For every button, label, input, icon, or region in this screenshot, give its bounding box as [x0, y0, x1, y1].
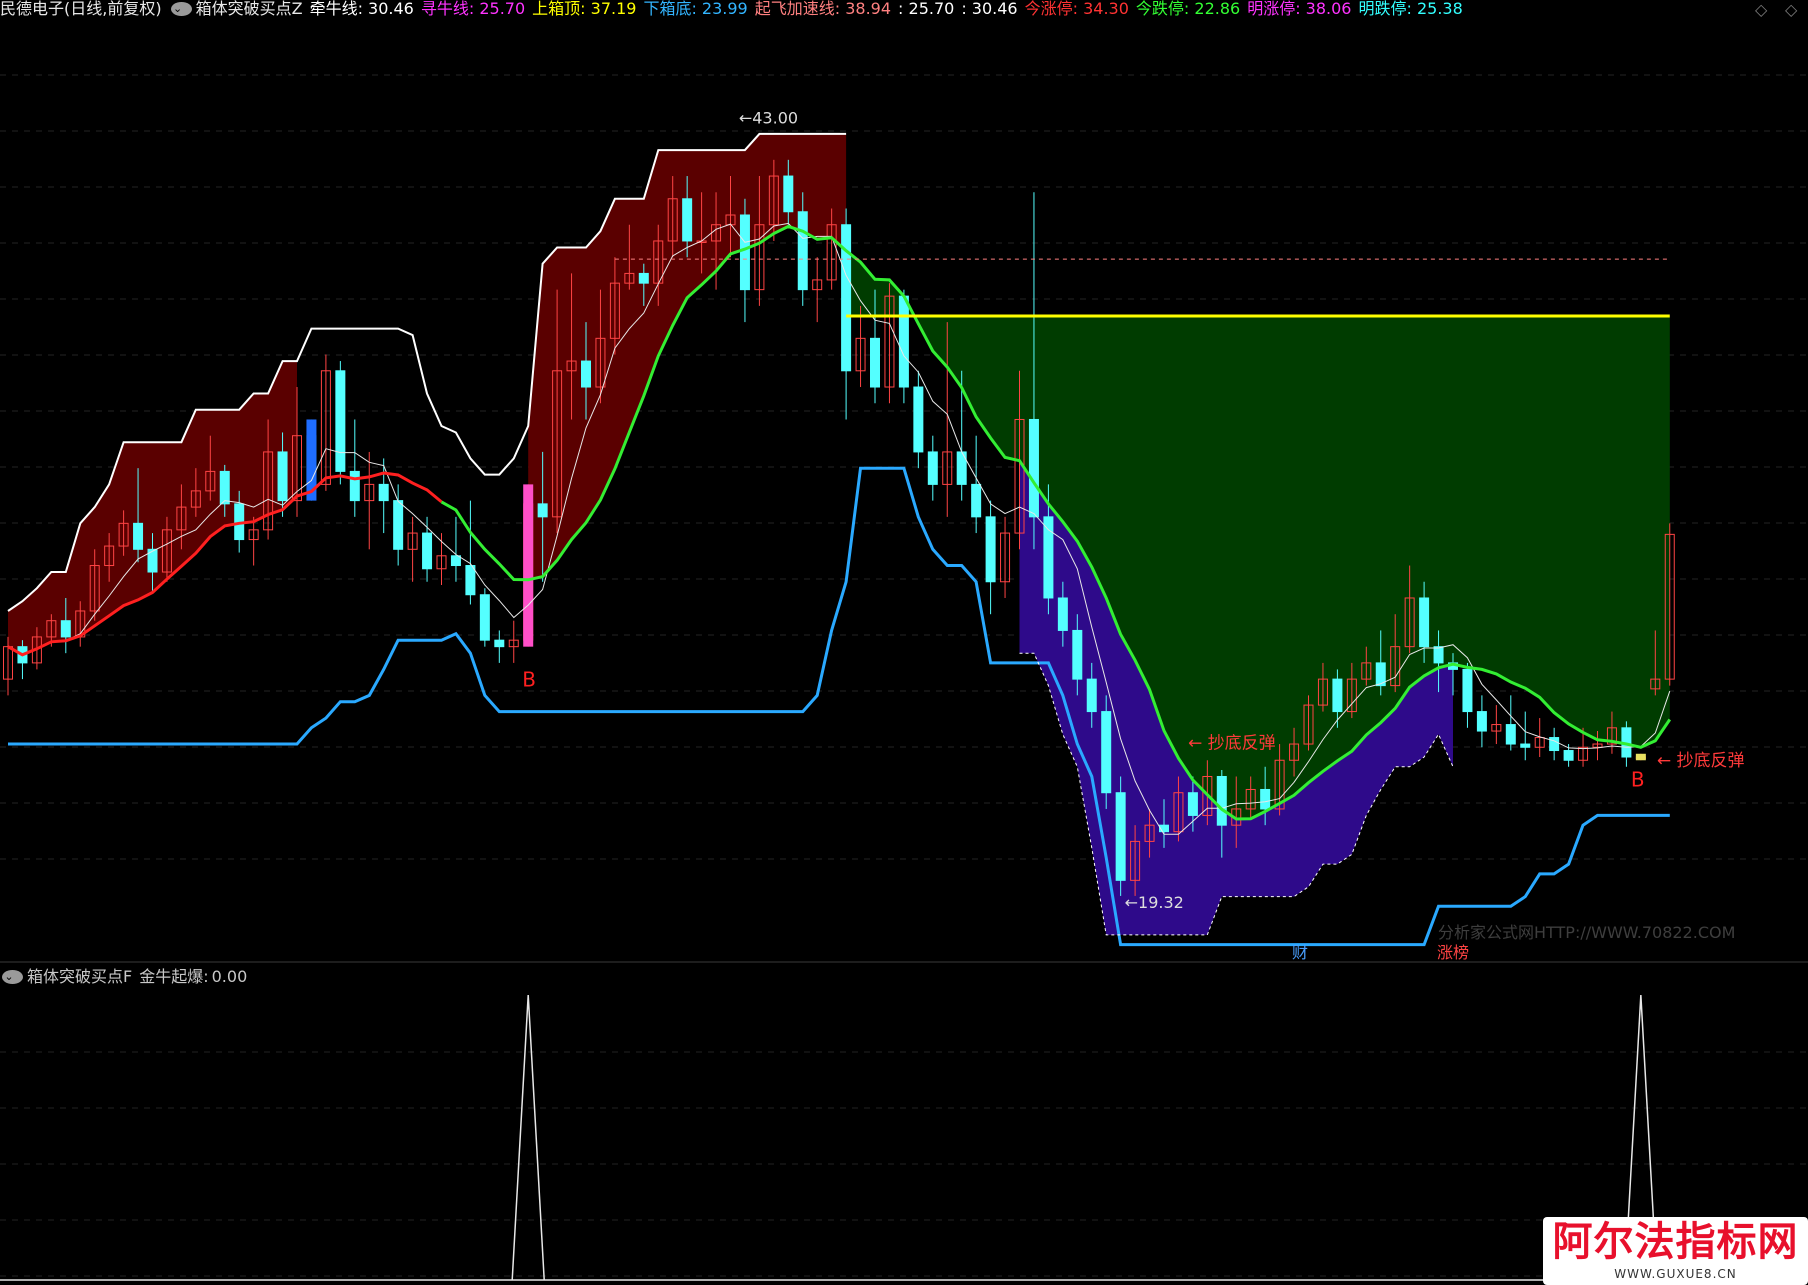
- candle-body: [739, 214, 750, 291]
- candle-body: [1260, 788, 1271, 810]
- candle-body: [870, 337, 880, 388]
- candle-body: [537, 503, 548, 518]
- buy-signal-b: B: [522, 668, 536, 692]
- candle-body: [1505, 724, 1516, 745]
- candle-body: [393, 500, 404, 550]
- high-price-label: ←43.00: [739, 108, 798, 127]
- candle-body: [1028, 418, 1039, 518]
- sub-indicator-label: 金牛起爆:: [139, 967, 209, 986]
- candle-body: [1476, 711, 1487, 732]
- candle-body: [1115, 792, 1126, 881]
- candle-body: [898, 295, 909, 388]
- candle-body: [1187, 792, 1198, 816]
- candle-body: [1072, 629, 1083, 680]
- candle-body: [1520, 743, 1531, 748]
- breakout-bar: [523, 484, 534, 647]
- candle-body: [783, 175, 794, 213]
- candle-body: [797, 211, 808, 291]
- sub-indicator-toggle-icon[interactable]: ⌄: [2, 970, 23, 984]
- event-cai: 财: [1292, 943, 1308, 962]
- candle-body: [927, 451, 938, 485]
- low-price-label: ←19.32: [1125, 893, 1184, 912]
- rebound-label-2: ← 抄底反弹: [1657, 751, 1745, 771]
- main-chart[interactable]: ←43.00 ←19.32 B B ← 抄底反弹 ← 抄底反弹涨榜 财 分析家公式网HTTP:…: [0, 0, 1808, 965]
- sub-indicator-value: 0.00: [211, 967, 248, 986]
- candle-body: [450, 555, 461, 567]
- candle-body: [1563, 750, 1574, 761]
- candle-body: [60, 620, 71, 638]
- candle-body: [465, 565, 476, 596]
- uptrend-fill: [8, 361, 297, 655]
- candle-body: [335, 370, 346, 472]
- candle-body: [1433, 646, 1444, 664]
- candle-body: [378, 483, 389, 502]
- candle-body: [1043, 516, 1054, 599]
- candle-body: [1101, 711, 1112, 794]
- candle-body: [971, 483, 982, 518]
- candle-body: [479, 594, 490, 641]
- candle-body: [1057, 597, 1068, 631]
- candle-body: [422, 532, 433, 570]
- candle-body: [638, 272, 649, 284]
- watermark-main: 阿尔法指标网: [1552, 1218, 1799, 1265]
- candle-body: [682, 198, 693, 242]
- site-watermark: 阿尔法指标网 WWW.GUXUE8.CN: [1543, 1217, 1808, 1285]
- sub-spike-1: [511, 994, 545, 1281]
- candle-body: [133, 522, 144, 550]
- candle-body: [985, 516, 996, 583]
- rebound-label: ← 抄底反弹: [1188, 733, 1276, 753]
- candle-body: [1462, 668, 1473, 713]
- sub-indicator-name[interactable]: 箱体突破买点F: [27, 968, 139, 990]
- candle-body: [581, 360, 591, 388]
- candle-body: [277, 451, 288, 502]
- signal-bar-yellow: [1635, 753, 1646, 761]
- buy-signal-b-2: B: [1631, 767, 1645, 791]
- sub-header: ⌄ 箱体突破买点F 金牛起爆: 0.00: [0, 968, 254, 990]
- candle-body: [913, 386, 924, 453]
- candle-body: [219, 470, 230, 505]
- candle-body: [1216, 775, 1227, 826]
- watermark-sub: WWW.GUXUE8.CN: [1614, 1267, 1737, 1281]
- candle-body: [1419, 597, 1430, 648]
- faint-watermark: 分析家公式网HTTP://WWW.70822.COM: [1438, 923, 1735, 942]
- candle-body: [349, 470, 360, 502]
- candle-body: [1086, 678, 1097, 713]
- candle-body: [1332, 678, 1343, 713]
- event-zhang: 涨榜: [1437, 943, 1469, 962]
- candle-body: [494, 639, 505, 648]
- chart-window: 民德电子 (日线,前复权) ⌄ 箱体突破买点Z 牵牛线: 30.46 寻牛线: 2…: [0, 0, 1808, 1285]
